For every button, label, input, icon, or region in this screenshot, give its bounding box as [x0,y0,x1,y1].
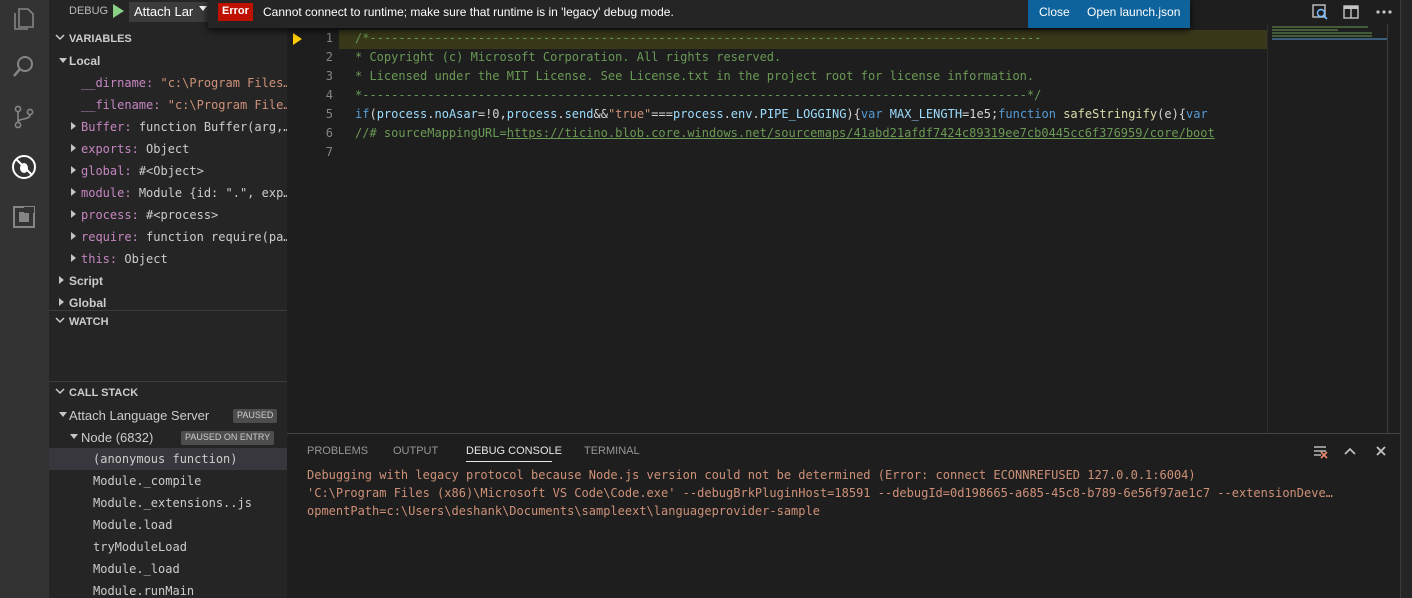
line-number: 6 [325,126,333,140]
collapsed-twistie-icon [59,298,64,306]
error-badge: Error [218,3,253,21]
expanded-twistie-icon [59,58,67,63]
collapsed-twistie-icon [71,210,76,218]
status-badge: PAUSED [233,409,278,423]
active-tab-indicator [466,461,552,462]
line-number: 3 [325,69,333,83]
variable-row[interactable]: __dirname: "c:\Program Files… [49,72,287,94]
start-debugging-button[interactable] [113,4,124,18]
code-line: *---------------------------------------… [355,88,1042,102]
stack-frame[interactable]: Module.load [49,514,287,536]
console-output-line: opmentPath=c:\Users\deshank\Documents\sa… [307,504,820,518]
error-notification: Error Cannot connect to runtime; make su… [208,0,1190,28]
window-edge [1400,0,1412,598]
tab-debug-console[interactable]: DEBUG CONSOLE [466,445,562,457]
variable-row[interactable]: this: Object [49,248,287,270]
variable-row[interactable]: exports: Object [49,138,287,160]
debug-title: DEBUG [69,5,109,17]
line-number: 1 [325,31,333,45]
debug-session[interactable]: Attach Language Server PAUSED [49,404,287,426]
watch-section-header[interactable]: WATCH [49,310,287,332]
expanded-twistie-icon [70,434,78,439]
variables-section-header[interactable]: VARIABLES [49,28,287,50]
stack-frame[interactable]: Module.runMain [49,580,287,598]
stack-frame[interactable]: Module._compile [49,470,287,492]
source-control-icon[interactable] [9,102,39,132]
minimap[interactable] [1267,24,1388,433]
chevron-down-icon[interactable] [199,6,207,11]
split-editor-icon[interactable] [1341,2,1361,22]
collapsed-twistie-icon [59,276,64,284]
maximize-panel-icon[interactable] [1342,443,1358,459]
line-number: 2 [325,50,333,64]
callstack-section-header[interactable]: CALL STACK [49,381,287,403]
debug-sidebar: DEBUG Attach Lar VARIABLES Local __dirna… [49,0,287,598]
code-line: * Copyright (c) Microsoft Corporation. A… [355,50,782,64]
console-output-line: 'C:\Program Files (x86)\Microsoft VS Cod… [307,486,1333,500]
close-panel-icon[interactable] [1373,443,1389,459]
chevron-down-icon [55,32,65,45]
line-number: 5 [325,107,333,121]
editor-scrollbar[interactable] [1387,24,1400,433]
code-line: * Licensed under the MIT License. See Li… [355,69,1035,83]
stack-frame[interactable]: (anonymous function) [49,448,287,470]
variable-row[interactable]: require: function require(pa… [49,226,287,248]
notification-message: Cannot connect to runtime; make sure tha… [263,5,674,19]
clear-console-icon[interactable] [1312,443,1328,459]
line-number: 4 [325,88,333,102]
explorer-icon[interactable] [9,4,39,34]
stack-frame[interactable]: Module._extensions..js [49,492,287,514]
activity-bar [0,0,49,598]
line-number: 7 [325,145,333,159]
code-editor[interactable]: 1 2 3 4 5 6 7 /*------------------------… [287,24,1400,433]
launch-config-select[interactable]: Attach Lar [129,2,211,22]
extensions-icon[interactable] [9,202,39,232]
tab-output[interactable]: OUTPUT [393,445,438,457]
chevron-down-icon [55,315,65,328]
collapsed-twistie-icon [71,166,76,174]
chevron-down-icon [55,386,65,399]
collapsed-twistie-icon [71,144,76,152]
scope-script[interactable]: Script [49,270,287,292]
open-launch-json-button[interactable]: Open launch.json [1087,5,1180,19]
stack-frame[interactable]: Module._load [49,558,287,580]
code-line: if(process.noAsar=!0,process.send&&"true… [355,107,1208,121]
collapsed-twistie-icon [71,232,76,240]
bottom-panel: PROBLEMS OUTPUT DEBUG CONSOLE TERMINAL D… [287,433,1400,598]
variable-row[interactable]: process: #<process> [49,204,287,226]
debug-icon[interactable] [9,152,39,182]
close-button[interactable]: Close [1039,5,1070,19]
sourcemap-link[interactable]: https://ticino.blob.core.windows.net/sou… [507,126,1215,140]
collapsed-twistie-icon [71,254,76,262]
variable-row[interactable]: global: #<Object> [49,160,287,182]
notification-actions: Close Open launch.json [1028,0,1190,28]
code-line: //# sourceMappingURL=https://ticino.blob… [355,126,1215,140]
tab-problems[interactable]: PROBLEMS [307,445,368,457]
variable-row[interactable]: module: Module {id: ".", exp… [49,182,287,204]
debug-thread[interactable]: Node (6832) PAUSED ON ENTRY [49,426,287,448]
more-actions-icon[interactable] [1374,2,1394,22]
console-output-line: Debugging with legacy protocol because N… [307,468,1196,482]
collapsed-twistie-icon [71,122,76,130]
open-changes-icon[interactable] [1310,2,1330,22]
scope-local[interactable]: Local [49,50,287,72]
stack-frame[interactable]: tryModuleLoad [49,536,287,558]
variable-row[interactable]: Buffer: function Buffer(arg,… [49,116,287,138]
collapsed-twistie-icon [71,188,76,196]
status-badge: PAUSED ON ENTRY [181,431,275,445]
expanded-twistie-icon [59,412,67,417]
search-icon[interactable] [9,52,39,82]
tab-terminal[interactable]: TERMINAL [584,445,640,457]
code-line: /*--------------------------------------… [355,31,1042,45]
variable-row[interactable]: __filename: "c:\Program File… [49,94,287,116]
